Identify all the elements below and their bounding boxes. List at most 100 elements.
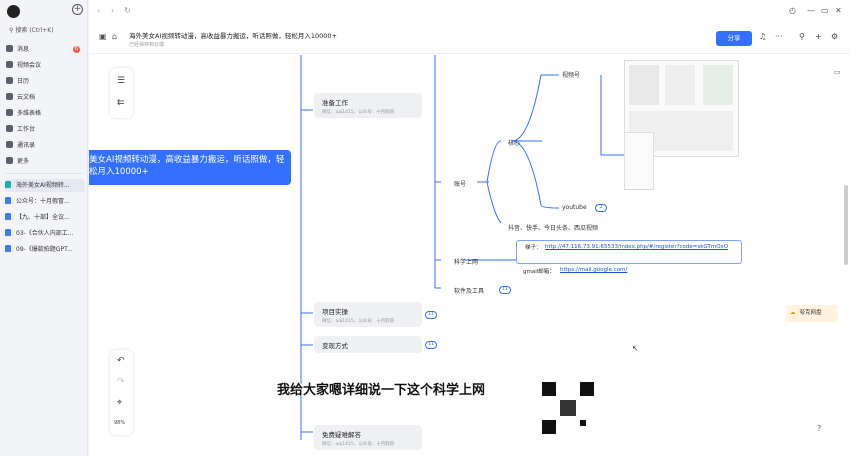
forward-icon[interactable]: › [111, 6, 114, 15]
save-status: 已经保存到云端 [129, 42, 165, 48]
doc-item[interactable]: 【九、十部】全议... [5, 211, 85, 224]
settings-icon[interactable]: ⚙ [831, 32, 838, 41]
screenshot-image-2[interactable] [624, 132, 654, 190]
doc-item[interactable]: 03-《合伙人内部工... [5, 227, 85, 240]
collapse-count[interactable]: 2 [595, 204, 607, 212]
node-ladder[interactable]: 梯子： http://47.116.73.91:65533/index.php/… [516, 240, 742, 264]
node-shipinhao[interactable]: 视频号 [562, 70, 580, 79]
doc-label: 【九、十部】全议... [16, 214, 70, 221]
comment-icon[interactable]: ▭ [834, 68, 841, 76]
nav-label: 消息 [17, 46, 30, 53]
search-input[interactable]: ⚲ 搜索 (Ctrl+K) [6, 24, 82, 38]
thumb-part [629, 65, 659, 105]
node-youtube[interactable]: youtube [562, 204, 587, 211]
page-title: 海外美女AI视频转动漫，高收益暴力搬运，听话照做，轻松月入10000+ [129, 32, 337, 40]
node-science[interactable]: 科学上网 [454, 257, 478, 266]
ladder-link[interactable]: http://47.116.73.91:65533/index.php/#/re… [545, 243, 740, 252]
collapse-count[interactable]: 11 [425, 341, 437, 349]
doc-icon [5, 229, 11, 236]
doc-label: 公众号：十月假冒... [16, 198, 70, 205]
thumb-part [703, 65, 733, 105]
sidebar-item-calendar[interactable]: 日历 [6, 76, 84, 88]
node-tools[interactable]: 软件及工具 [454, 286, 484, 295]
docs-icon [6, 93, 13, 100]
sidebar-item-base[interactable]: 多维表格 [6, 108, 84, 120]
qr-code-image [540, 380, 596, 436]
node-faq[interactable]: 免费疑难解答微信：aaj1415，公众号：十月假冒 [314, 425, 422, 450]
sidebar-item-meetings[interactable]: 视频会议 [6, 60, 84, 72]
left-toolbar: ☰ ⇇ [110, 68, 133, 118]
node-core[interactable]: 核心 [508, 138, 520, 147]
sidebar-item-docs[interactable]: 云文档 [6, 92, 84, 104]
back-icon[interactable]: ‹ [97, 6, 100, 15]
search-placeholder: 搜索 (Ctrl+K) [15, 27, 54, 34]
node-title: 免费疑难解答 [322, 431, 361, 439]
node-practice[interactable]: 项目实操 微信：aaj1415，公众号：十月假冒 [314, 302, 422, 327]
qr-part [560, 400, 576, 416]
mindmap-icon [5, 181, 11, 188]
new-plus-icon[interactable]: + [72, 4, 83, 15]
minimize-icon[interactable]: — [807, 6, 815, 15]
sidebar-item-more[interactable]: 更多 [6, 156, 84, 168]
sidebar-item-workplace[interactable]: 工作台 [6, 124, 84, 136]
grid-icon [6, 125, 13, 132]
doc-label: 海外美女AI视频转... [16, 182, 70, 189]
sidebar-item-messages[interactable]: 消息 6 [6, 44, 84, 56]
nav-label: 日历 [17, 78, 30, 85]
node-platforms[interactable]: 抖音、快手、今日头条、西瓜视频 [508, 223, 598, 232]
help-icon[interactable]: ? [817, 424, 821, 433]
redo-icon[interactable]: ↷ [117, 377, 125, 387]
qr-part [542, 420, 556, 434]
nav-label: 通讯录 [17, 142, 36, 149]
maximize-icon[interactable]: ▭ [821, 6, 829, 15]
qr-part [542, 382, 556, 396]
node-prepare[interactable]: 准备工作 微信：aaj1415，公众号：十月假冒 [314, 93, 422, 118]
bell-icon[interactable]: ♫ [759, 32, 766, 41]
app-window: + ⚲ 搜索 (Ctrl+K) 消息 6 视频会议 日历 云文档 多维表格 工作台… [0, 0, 850, 456]
cloud-icon: ☁ [790, 310, 796, 316]
node-note: 微信：aaj1415，公众号：十月假冒 [322, 319, 395, 324]
collapse-count[interactable]: 11 [499, 286, 511, 294]
locate-icon[interactable]: ⌖ [117, 398, 122, 408]
video-caption: 我给大家嗯详细说一下这个科学上网 [277, 383, 486, 398]
doc-item[interactable]: 公众号：十月假冒... [5, 195, 85, 208]
nav-label: 工作台 [17, 126, 36, 133]
collapse-count[interactable]: 11 [425, 311, 437, 319]
history-icon[interactable]: ◴ [789, 6, 796, 15]
add-icon[interactable]: + [815, 32, 822, 41]
avatar[interactable] [7, 5, 20, 18]
more-icon[interactable]: ··· [775, 32, 783, 41]
outline-icon[interactable]: ☰ [117, 76, 125, 86]
node-note: 微信：aaj1415，公众号：十月假冒 [322, 442, 395, 447]
share-button[interactable]: 分享 [716, 31, 752, 46]
root-label: 美女AI视频转动漫，高收益暴力搬运，听话照做，轻松月入10000+ [89, 155, 285, 177]
sidebar-toggle-icon[interactable]: ▣ [99, 32, 107, 41]
more-icon [6, 157, 13, 164]
home-icon[interactable]: ⌂ [112, 32, 117, 41]
nav-label: 视频会议 [17, 62, 42, 69]
structure-icon[interactable]: ⇇ [117, 98, 125, 108]
zoom-level[interactable]: 98% [114, 420, 125, 426]
gmail-link[interactable]: https://mail.google.com/ [560, 267, 627, 273]
close-icon[interactable]: ✕ [835, 6, 842, 15]
scrollbar[interactable] [844, 185, 848, 265]
nav-label: 云文档 [17, 94, 36, 101]
search-icon[interactable]: ⚲ [799, 32, 805, 41]
doc-item[interactable]: 09-《爆款拍题GPT... [5, 243, 85, 256]
qr-part [580, 420, 586, 426]
undo-icon[interactable]: ↶ [117, 356, 125, 366]
sidebar-item-contacts[interactable]: 通讯录 [6, 140, 84, 152]
doc-icon [5, 245, 11, 252]
doc-item[interactable]: 海外美女AI视频转... [5, 179, 85, 192]
node-account[interactable]: 账号 [454, 179, 466, 188]
share-label: 分享 [727, 34, 741, 42]
quark-pan-badge[interactable]: ☁ 夸克网盘 [786, 305, 838, 322]
message-icon [6, 45, 13, 52]
calendar-icon [6, 77, 13, 84]
pan-label: 夸克网盘 [799, 310, 822, 316]
ladder-label: 梯子： [525, 245, 542, 251]
video-icon [6, 61, 13, 68]
root-node[interactable]: 美女AI视频转动漫，高收益暴力搬运，听话照做，轻松月入10000+ [89, 150, 291, 185]
refresh-icon[interactable]: ↻ [124, 6, 131, 15]
node-monetize[interactable]: 变现方式 [314, 336, 422, 353]
